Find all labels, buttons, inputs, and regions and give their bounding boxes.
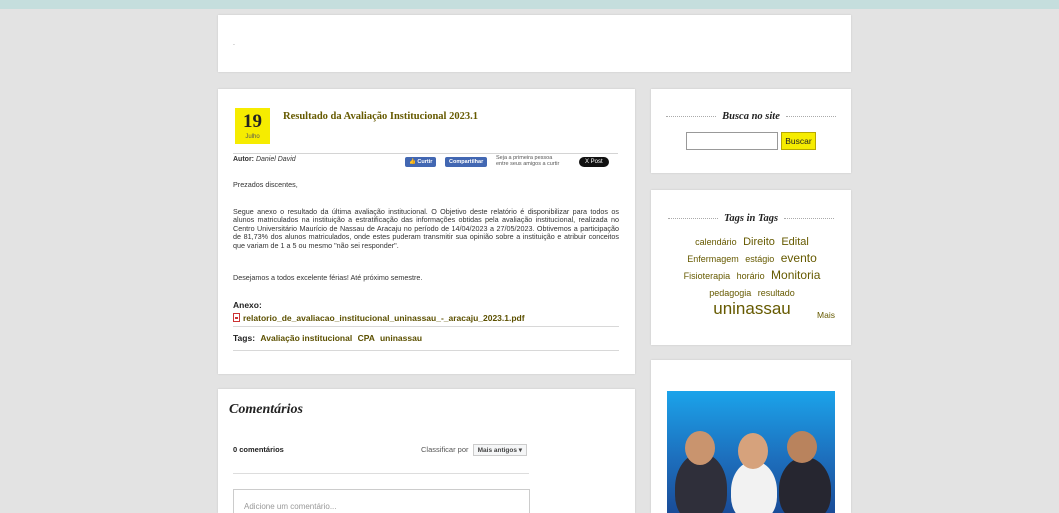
facebook-like-button[interactable]: 👍 Curtir <box>405 157 437 167</box>
tag-link[interactable]: uninassau <box>380 333 422 343</box>
tag-cloud-item[interactable]: Edital <box>781 236 809 248</box>
tag-cloud-item[interactable]: estágio <box>745 254 774 264</box>
x-post-button[interactable]: X Post <box>579 157 609 167</box>
greeting-paragraph: Prezados discentes, <box>233 180 298 189</box>
comment-input[interactable]: Adicione um comentário... <box>233 489 530 513</box>
divider <box>233 473 529 474</box>
tags-title-text: Tags in Tags <box>723 213 779 224</box>
tag-cloud-item[interactable]: Enfermagem <box>687 254 739 264</box>
article-title[interactable]: Resultado da Avaliação Institucional 202… <box>283 111 478 122</box>
header-banner: . <box>218 15 851 72</box>
article-card: 19 Julho Resultado da Avaliação Instituc… <box>218 89 635 374</box>
decorative-line <box>784 218 835 220</box>
promo-image[interactable] <box>667 391 835 513</box>
tag-cloud-item[interactable]: Monitoria <box>771 268 820 282</box>
comments-title: Comentários <box>229 402 303 417</box>
date-month: Julho <box>245 134 260 140</box>
person-head <box>738 433 768 469</box>
fb-like-label: Curtir <box>417 159 433 165</box>
pdf-file-icon <box>233 313 240 322</box>
divider <box>233 350 619 351</box>
search-button[interactable]: Buscar <box>781 132 816 150</box>
sort-select[interactable]: Mais antigos ▾ <box>472 444 528 456</box>
decorative-line <box>666 116 717 118</box>
attachment-filename: relatorio_de_avaliacao_institucional_uni… <box>243 313 525 323</box>
facebook-share-button[interactable]: Compartilhar <box>445 157 488 167</box>
tag-link[interactable]: Avaliação institucional <box>260 333 352 343</box>
tag-cloud-item[interactable]: evento <box>781 251 817 265</box>
author-row: Autor: Daniel David 👍 Curtir Compartilha… <box>233 153 618 167</box>
decorative-line <box>785 116 836 118</box>
tag-cloud-item[interactable]: uninassau <box>713 299 791 318</box>
header-text: . <box>233 40 235 47</box>
more-tags-link[interactable]: Mais <box>817 310 835 320</box>
tag-cloud: calendário Direito Edital Enfermagem est… <box>667 233 837 318</box>
facebook-like-note: Seja a primeira pessoa entre seus amigos… <box>496 155 560 167</box>
author-name: Daniel David <box>255 156 296 163</box>
tag-cloud-item[interactable]: horário <box>737 271 765 281</box>
comments-card: Comentários 0 comentários Classificar po… <box>218 389 635 513</box>
tag-cloud-item[interactable]: Direito <box>743 236 775 248</box>
tag-cloud-item[interactable]: Fisioterapia <box>684 271 731 281</box>
tag-link[interactable]: CPA <box>358 333 375 343</box>
comments-sort: Classificar por Mais antigos ▾ <box>421 444 528 456</box>
person-figure <box>779 457 831 513</box>
comments-count: 0 comentários <box>233 445 284 454</box>
tags-row: Tags: Avaliação institucional CPA uninas… <box>233 333 422 343</box>
date-badge: 19 Julho <box>235 108 270 144</box>
person-head <box>685 431 715 465</box>
attachment-label: Anexo: <box>233 300 262 310</box>
divider <box>233 326 619 327</box>
decorative-line <box>667 218 718 220</box>
top-accent-bar <box>0 0 1059 9</box>
search-title-text: Busca no site <box>722 111 780 122</box>
author-info: Autor: Daniel David <box>233 156 296 163</box>
date-day: 19 <box>243 111 262 132</box>
attachment-link[interactable]: relatorio_de_avaliacao_institucional_uni… <box>233 313 525 323</box>
person-head <box>787 431 817 463</box>
tag-cloud-item[interactable]: pedagogia <box>709 288 751 298</box>
author-label: Autor: <box>233 156 254 163</box>
tag-cloud-item[interactable]: calendário <box>695 237 737 247</box>
search-input[interactable] <box>686 132 778 150</box>
tags-widget-title: Tags in Tags <box>651 213 851 224</box>
closing-paragraph: Desejamos a todos excelente férias! Até … <box>233 273 423 282</box>
search-widget-title: Busca no site <box>651 111 851 122</box>
tags-widget: Tags in Tags calendário Direito Edital E… <box>651 190 851 345</box>
body-paragraph: Segue anexo o resultado da última avalia… <box>233 207 619 250</box>
ad-widget <box>651 360 851 513</box>
tag-cloud-item[interactable]: resultado <box>758 288 795 298</box>
tags-label: Tags: <box>233 333 256 343</box>
search-widget: Busca no site Buscar <box>651 89 851 173</box>
thumbs-up-icon: 👍 <box>409 159 416 165</box>
sort-label: Classificar por <box>421 445 469 454</box>
